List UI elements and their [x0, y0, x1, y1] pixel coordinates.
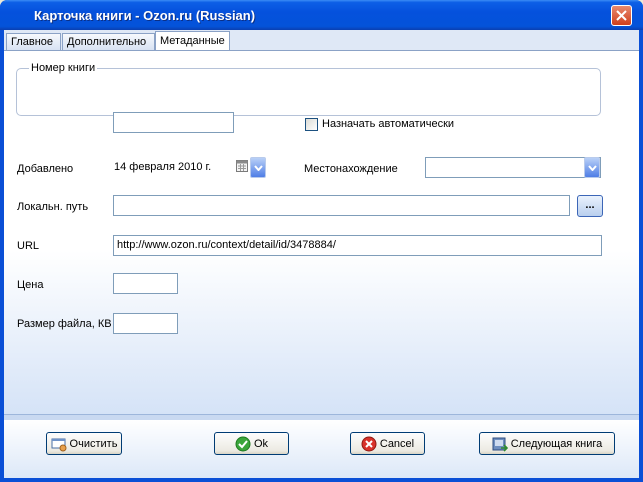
book-card-window: Карточка книги - Ozon.ru (Russian) Главн…	[0, 0, 643, 482]
eraser-icon	[51, 438, 67, 451]
book-number-legend: Номер книги	[29, 62, 98, 74]
file-size-input[interactable]	[113, 313, 178, 334]
tab-strip: Главное Дополнительно Метаданные	[4, 30, 639, 51]
close-icon	[616, 10, 627, 21]
check-icon	[235, 436, 251, 451]
ok-button-label: Ok	[253, 437, 269, 450]
tab-metadata[interactable]: Метаданные	[155, 31, 230, 51]
url-label: URL	[17, 240, 40, 252]
tab-additional[interactable]: Дополнительно	[62, 33, 155, 51]
window-title: Карточка книги - Ozon.ru (Russian)	[34, 8, 256, 23]
url-input[interactable]: http://www.ozon.ru/context/detail/id/347…	[113, 235, 602, 256]
chevron-down-icon	[254, 165, 263, 171]
browse-button[interactable]: ...	[577, 195, 603, 217]
price-label: Цена	[17, 279, 44, 291]
title-bar[interactable]: Карточка книги - Ozon.ru (Russian)	[0, 0, 643, 30]
book-number-input[interactable]	[113, 112, 234, 133]
location-dropdown-button[interactable]	[584, 157, 600, 178]
cancel-button[interactable]: Cancel	[350, 432, 425, 455]
ok-button[interactable]: Ok	[214, 432, 289, 455]
added-label: Добавлено	[17, 163, 74, 175]
clear-button[interactable]: Очистить	[46, 432, 122, 455]
local-path-input[interactable]	[113, 195, 570, 216]
file-size-label: Размер файла, КВ	[17, 318, 112, 330]
added-date-field[interactable]: 14 февраля 2010 г.	[109, 157, 250, 178]
location-label: Местонахождение	[304, 163, 398, 175]
next-book-icon	[492, 437, 508, 452]
book-number-group: Номер книги	[16, 62, 601, 116]
close-button[interactable]	[611, 5, 632, 26]
chevron-down-icon	[588, 165, 597, 171]
client-area: Главное Дополнительно Метаданные Номер к…	[4, 30, 639, 478]
auto-assign-checkbox[interactable]	[305, 118, 318, 131]
button-bar: Очистить Ok Cancel Следующая книга	[4, 420, 639, 478]
location-select[interactable]	[425, 157, 601, 178]
local-path-label: Локальн. путь	[17, 201, 89, 213]
cancel-icon	[361, 436, 377, 451]
cancel-button-label: Cancel	[379, 437, 415, 450]
next-book-button[interactable]: Следующая книга	[479, 432, 615, 455]
date-dropdown-button[interactable]	[250, 157, 266, 178]
auto-assign-label: Назначать автоматически	[322, 118, 455, 130]
calendar-icon[interactable]	[236, 159, 248, 172]
price-input[interactable]	[113, 273, 178, 294]
metadata-panel: Номер книги Назначать автоматически Доба…	[4, 50, 639, 414]
tab-main[interactable]: Главное	[6, 33, 61, 51]
clear-button-label: Очистить	[69, 437, 118, 450]
next-book-button-label: Следующая книга	[510, 437, 603, 450]
added-date-value: 14 февраля 2010 г.	[114, 161, 212, 173]
